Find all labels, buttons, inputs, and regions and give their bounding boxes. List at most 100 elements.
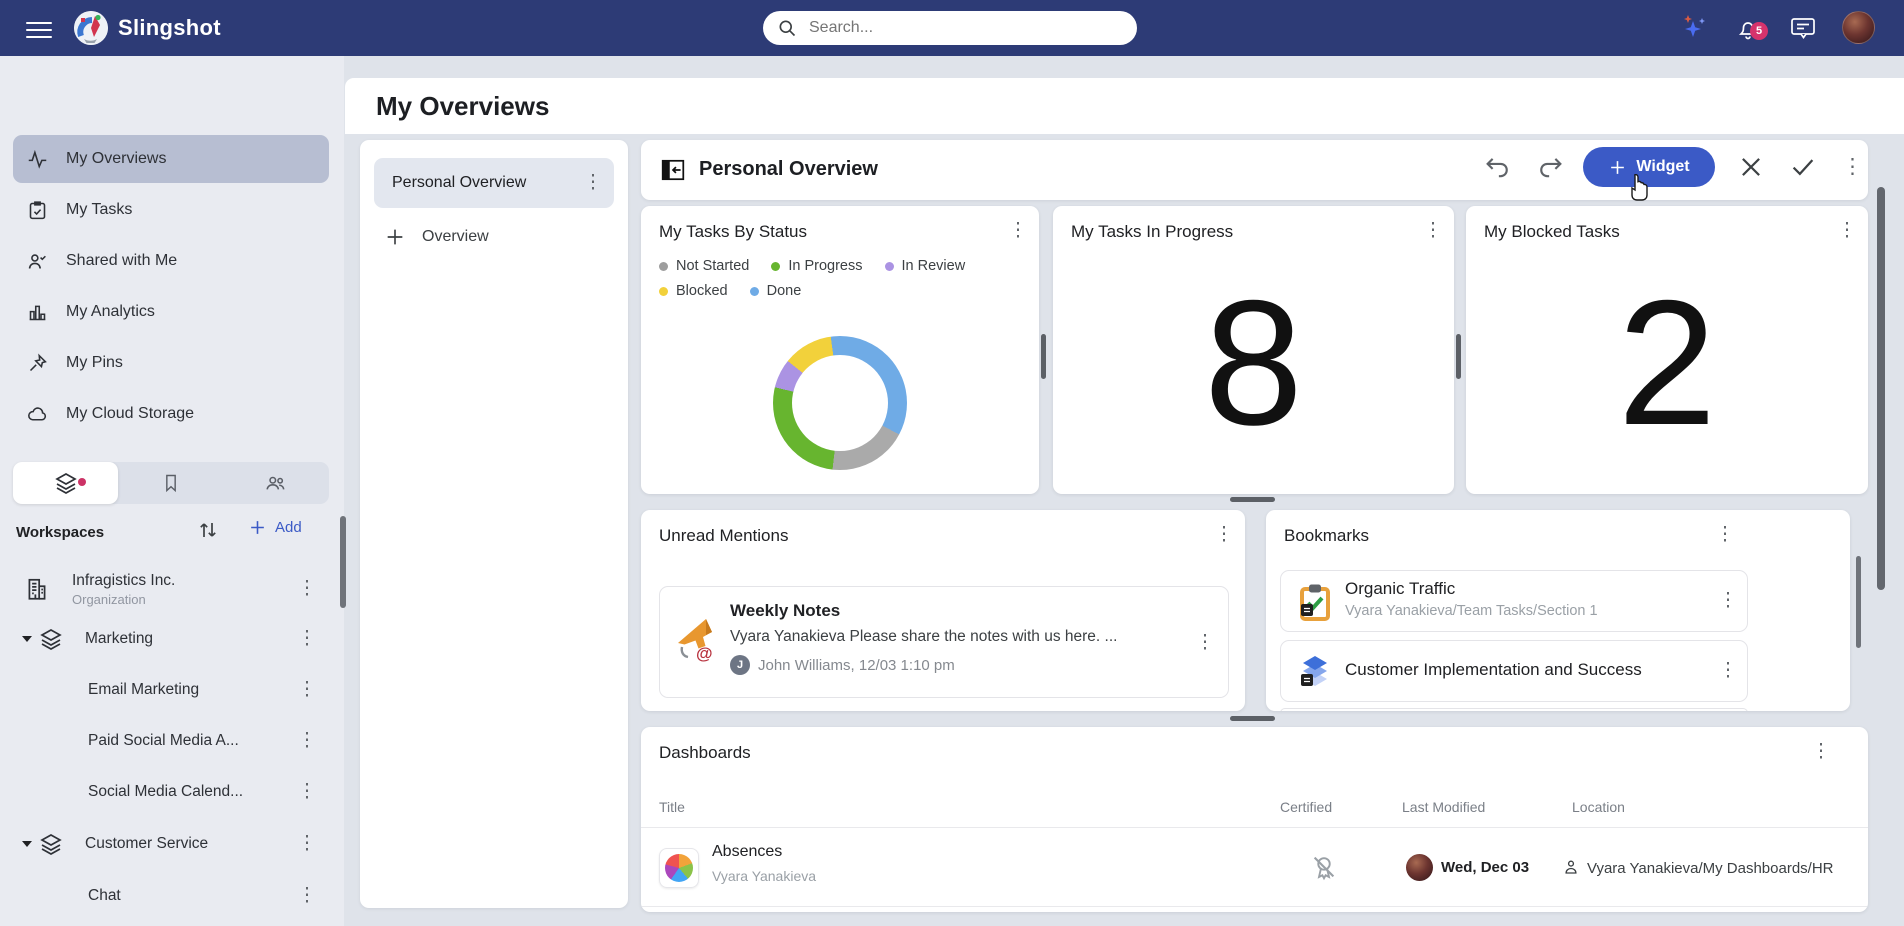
kebab-menu-icon[interactable]: ⋮ — [1717, 658, 1739, 684]
tab-bookmarks[interactable] — [118, 462, 223, 504]
row-location: Vyara Yanakieva/My Dashboards/HR — [1587, 860, 1834, 877]
kebab-menu-icon[interactable]: ⋮ — [1810, 739, 1832, 765]
dashboard-kebab-menu-icon[interactable]: ⋮ — [1842, 154, 1874, 186]
sidebar-item-my-overviews[interactable]: My Overviews — [13, 135, 329, 183]
sidebar-scrollbar-thumb[interactable] — [340, 516, 346, 608]
workspace-item-infragistics[interactable]: Infragistics Inc. Organization ⋮ — [8, 561, 330, 617]
add-overview-button[interactable]: Overview — [384, 226, 489, 248]
kebab-menu-icon[interactable]: ⋮ — [296, 831, 318, 857]
stack-badge-icon — [1301, 604, 1313, 616]
collapse-panel-icon[interactable] — [660, 157, 686, 183]
plus-icon — [384, 226, 406, 248]
global-search[interactable] — [763, 11, 1137, 45]
sidebar-item-shared-with-me[interactable]: Shared with Me — [13, 237, 329, 285]
chat-icon[interactable] — [1788, 13, 1818, 43]
workspace-item-marketing[interactable]: Marketing ⋮ — [8, 614, 330, 664]
user-avatar[interactable] — [1842, 11, 1875, 44]
kebab-menu-icon[interactable]: ⋮ — [1007, 218, 1029, 244]
sidebar-item-label: My Pins — [66, 354, 123, 372]
widget-dashboards: Dashboards ⋮ Title Certified Last Modifi… — [641, 727, 1868, 912]
column-header-title[interactable]: Title — [659, 799, 685, 815]
bookmark-item-customer-implementation[interactable]: Customer Implementation and Success ⋮ — [1280, 640, 1748, 702]
sidebar-item-label: My Overviews — [66, 150, 166, 168]
row-last-modified: Wed, Dec 03 — [1441, 859, 1529, 876]
widget-title: Unread Mentions — [659, 526, 788, 546]
kebab-menu-icon[interactable]: ⋮ — [296, 576, 318, 602]
kebab-menu-icon[interactable]: ⋮ — [1213, 522, 1235, 548]
mention-item[interactable]: @ Weekly Notes Vyara Yanakieva Please sh… — [659, 586, 1229, 698]
tasks-status-donut-chart[interactable] — [773, 336, 907, 470]
widget-title: My Tasks In Progress — [1071, 222, 1233, 242]
caret-down-icon[interactable] — [22, 636, 32, 642]
table-row-absences[interactable]: Absences Vyara Yanakieva Wed, Dec 03 Vya… — [641, 828, 1868, 906]
chart-legend-row-1: Not Started In Progress In Review — [659, 258, 965, 274]
tab-people[interactable] — [224, 462, 329, 504]
stack-badge-icon — [1301, 674, 1313, 686]
overview-list-item-personal[interactable]: Personal Overview ⋮ — [374, 158, 614, 208]
column-header-certified[interactable]: Certified — [1280, 799, 1332, 815]
sidebar-item-my-analytics[interactable]: My Analytics — [13, 288, 329, 336]
widget-resize-handle[interactable] — [1230, 497, 1275, 502]
workspace-item-paid-social[interactable]: Paid Social Media A... ⋮ — [8, 716, 330, 766]
sidebar-item-my-pins[interactable]: My Pins — [13, 339, 329, 387]
overview-list-panel: Personal Overview ⋮ Overview — [360, 140, 628, 908]
add-workspace-button[interactable]: Add — [248, 518, 302, 537]
legend-dot — [659, 287, 668, 296]
undo-button[interactable] — [1482, 152, 1514, 184]
kebab-menu-icon[interactable]: ⋮ — [1836, 218, 1858, 244]
add-widget-button[interactable]: Widget — [1583, 147, 1715, 187]
bookmark-item-organic-traffic[interactable]: Organic Traffic Vyara Yanakieva/Team Tas… — [1280, 570, 1748, 632]
hamburger-menu-icon[interactable] — [26, 17, 52, 39]
column-header-location[interactable]: Location — [1572, 799, 1625, 815]
workspace-item-email-marketing[interactable]: Email Marketing ⋮ — [8, 665, 330, 715]
widget-resize-handle[interactable] — [1230, 716, 1275, 721]
sort-icon[interactable] — [196, 518, 220, 542]
widget-bookmarks: Bookmarks ⋮ Organic Traffic Vyara Yanaki… — [1266, 510, 1850, 711]
kebab-menu-icon[interactable]: ⋮ — [1714, 522, 1736, 548]
workspace-item-chat[interactable]: Chat ⋮ — [8, 871, 330, 921]
kebab-menu-icon[interactable]: ⋮ — [296, 779, 318, 805]
svg-text:@: @ — [696, 644, 713, 663]
kebab-menu-icon[interactable]: ⋮ — [1717, 588, 1739, 614]
widget-resize-handle[interactable] — [1456, 334, 1461, 379]
tasks-in-progress-value: 8 — [1053, 242, 1454, 482]
brand-title: Slingshot — [118, 15, 221, 41]
widget-resize-handle[interactable] — [1041, 334, 1046, 379]
kebab-menu-icon[interactable]: ⋮ — [296, 677, 318, 703]
kebab-menu-icon[interactable]: ⋮ — [1194, 630, 1216, 656]
sidebar-tabstrip — [13, 462, 329, 504]
person-check-icon — [27, 251, 48, 272]
workspace-item-social-calendar[interactable]: Social Media Calend... ⋮ — [8, 767, 330, 817]
blocked-tasks-value: 2 — [1466, 242, 1868, 482]
row-owner: Vyara Yanakieva — [712, 868, 816, 884]
kebab-menu-icon[interactable]: ⋮ — [582, 170, 604, 196]
kebab-menu-icon[interactable]: ⋮ — [1422, 218, 1444, 244]
workspaces-header: Workspaces — [16, 524, 104, 541]
main-scrollbar-thumb[interactable] — [1877, 187, 1885, 590]
bookmark-item-partial — [1280, 708, 1748, 711]
caret-down-icon[interactable] — [22, 841, 32, 847]
redo-button[interactable] — [1536, 152, 1568, 184]
confirm-edit-button[interactable] — [1788, 152, 1820, 184]
chart-legend-row-2: Blocked Done — [659, 283, 801, 299]
bookmarks-scrollbar-thumb[interactable] — [1856, 556, 1861, 648]
sidebar-item-label: My Cloud Storage — [66, 405, 194, 423]
column-header-last-modified[interactable]: Last Modified — [1402, 799, 1485, 815]
tab-workspaces[interactable] — [13, 462, 118, 504]
kebab-menu-icon[interactable]: ⋮ — [296, 626, 318, 652]
widget-title: My Tasks By Status — [659, 222, 807, 242]
kebab-menu-icon[interactable]: ⋮ — [296, 728, 318, 754]
widget-title: My Blocked Tasks — [1484, 222, 1620, 242]
sidebar-item-my-tasks[interactable]: My Tasks — [13, 186, 329, 234]
bookmark-title: Organic Traffic — [1345, 579, 1455, 599]
sidebar-item-my-cloud-storage[interactable]: My Cloud Storage — [13, 390, 329, 438]
app: Slingshot 5 — [0, 0, 1904, 926]
people-icon — [264, 472, 288, 494]
workspace-item-customer-service[interactable]: Customer Service ⋮ — [8, 819, 330, 869]
search-input[interactable] — [809, 19, 1099, 37]
close-edit-button[interactable] — [1736, 152, 1768, 184]
widget-blocked-tasks: My Blocked Tasks ⋮ 2 — [1466, 206, 1868, 494]
cloud-icon — [27, 404, 48, 425]
ai-sparkle-icon[interactable] — [1680, 13, 1710, 43]
kebab-menu-icon[interactable]: ⋮ — [296, 883, 318, 909]
